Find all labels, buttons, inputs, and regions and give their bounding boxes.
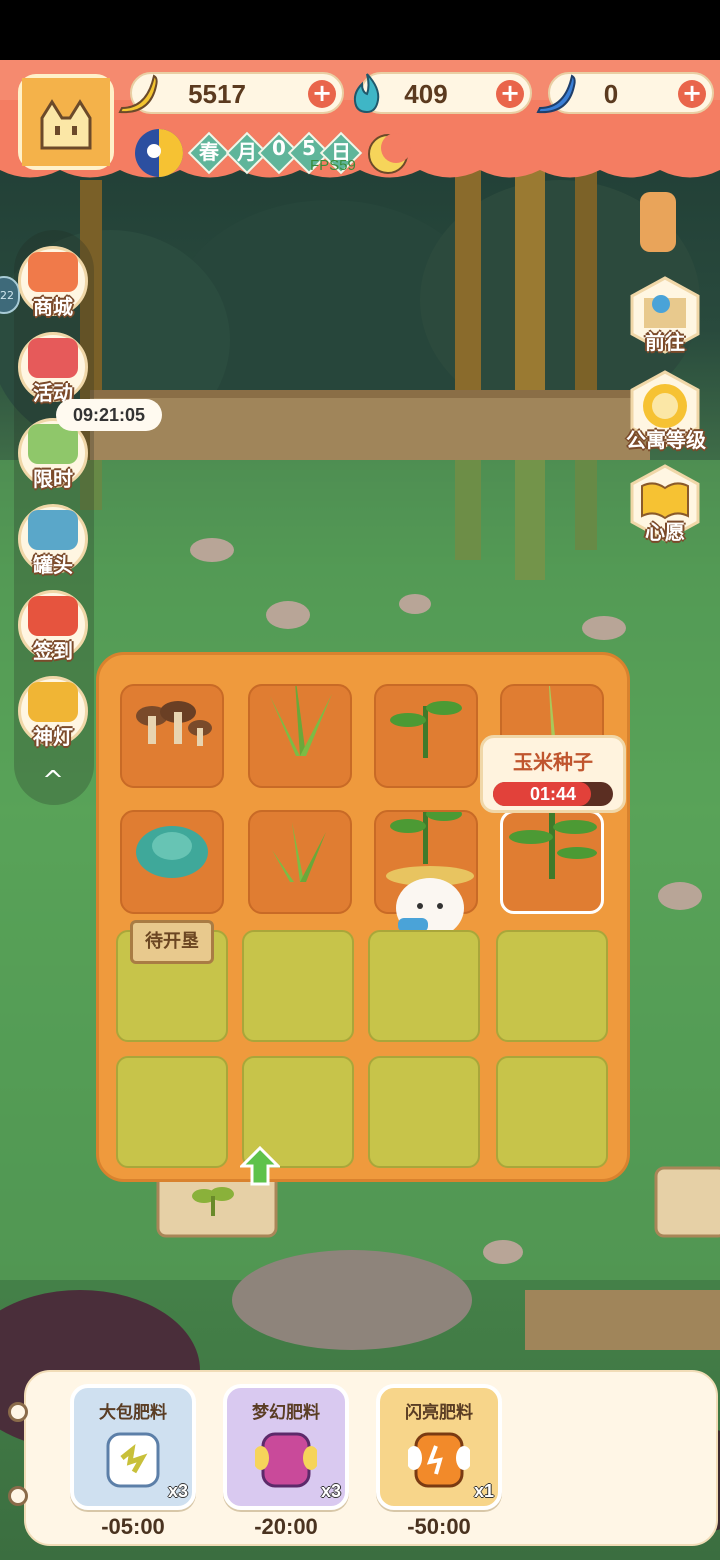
fertilizer-card-shiny[interactable]: 闪亮肥料 x1 [376, 1384, 502, 1510]
banana-count: 5517 [188, 79, 246, 109]
cabbage-crop-icon [136, 826, 208, 878]
gourd-decoration [640, 192, 676, 252]
flame-count: 409 [404, 79, 448, 109]
corn-crop-icon [509, 813, 597, 879]
untilled-plot[interactable] [496, 1056, 608, 1168]
dream-fertilizer-icon [255, 1432, 317, 1488]
sprout-sign-icon[interactable] [188, 1180, 238, 1220]
grass-crop-icon [270, 666, 332, 756]
gift-icon [28, 338, 78, 378]
seedling-crop-icon [390, 701, 462, 758]
side-button-lamp[interactable]: 神灯 [16, 674, 90, 749]
growth-progress-bar: 01:44 [493, 782, 613, 806]
crop-name: 玉米种子 [513, 750, 593, 774]
add-blue-banana-button[interactable]: + [678, 80, 706, 108]
side-button-events[interactable]: 活动 [16, 330, 90, 405]
to-cultivate-sign: 待开垦 [130, 920, 214, 964]
fps-counter: FPS59 [310, 157, 356, 174]
binder-ring [8, 1402, 28, 1422]
shiny-fertilizer-icon [408, 1432, 470, 1488]
farm-plot-corn-selected[interactable] [500, 810, 604, 914]
farm-plot-grass[interactable] [248, 666, 352, 788]
crop-growth-popup: 玉米种子 01:44 [480, 735, 626, 813]
farm-plot-mushroom[interactable] [120, 684, 224, 788]
lamp-icon [28, 682, 78, 722]
banana-currency: 5517 + [118, 72, 344, 114]
shop-icon [28, 252, 78, 292]
right-button-apartment-level[interactable]: 公寓等级 [626, 370, 706, 452]
limited-timer: 09:21:05 [56, 399, 162, 431]
moon-icon [368, 133, 411, 174]
can-icon [28, 510, 78, 550]
fertilizer-bag-icon [106, 1432, 160, 1488]
blue-banana-currency: 0 + [536, 72, 714, 114]
mushroom-crop-icon [136, 701, 212, 746]
calendar-icon [28, 596, 78, 636]
untilled-plot[interactable] [116, 1056, 228, 1168]
right-button-wish[interactable]: 心愿 [626, 464, 704, 544]
side-button-cans[interactable]: 罐头 [16, 502, 90, 577]
binder-ring [8, 1486, 28, 1506]
fertilizer-card-big[interactable]: 大包肥料 x3 [70, 1384, 196, 1510]
sun-icon [135, 129, 183, 177]
fertilizer-time-big: -05:00 [101, 1514, 165, 1539]
flame-currency: 409 + [353, 72, 532, 114]
growth-timer: 01:44 [529, 784, 577, 804]
add-banana-button[interactable]: + [308, 80, 336, 108]
farm-plot-cabbage[interactable] [120, 810, 224, 914]
blue-banana-count: 0 [603, 79, 619, 109]
untilled-plot[interactable] [368, 930, 480, 1042]
cat-face-icon [22, 78, 110, 166]
sprout-crop-icon [272, 822, 326, 882]
collapse-chevron-icon[interactable]: ^ [36, 766, 70, 796]
add-flame-button[interactable]: + [496, 80, 524, 108]
upgrade-arrow-icon[interactable] [240, 1146, 280, 1186]
calendar-date: 春 月 0 5 日 [132, 126, 422, 177]
side-button-checkin[interactable]: 签到 [16, 588, 90, 663]
fertilizer-time-shiny: -50:00 [407, 1514, 471, 1539]
farm-plot-seedling[interactable] [374, 684, 478, 788]
untilled-plot[interactable] [496, 930, 608, 1042]
player-avatar[interactable] [18, 74, 114, 170]
side-button-shop[interactable]: 商城 [16, 244, 90, 319]
status-bar [0, 0, 720, 60]
fertilizer-time-dream: -20:00 [254, 1514, 318, 1539]
fertilizer-card-dream[interactable]: 梦幻肥料 x3 [223, 1384, 349, 1510]
untilled-plot[interactable] [242, 930, 354, 1042]
right-button-goto[interactable]: 前往 [626, 276, 704, 354]
farm-plot-sprout[interactable] [248, 810, 352, 914]
untilled-plot[interactable] [368, 1056, 480, 1168]
